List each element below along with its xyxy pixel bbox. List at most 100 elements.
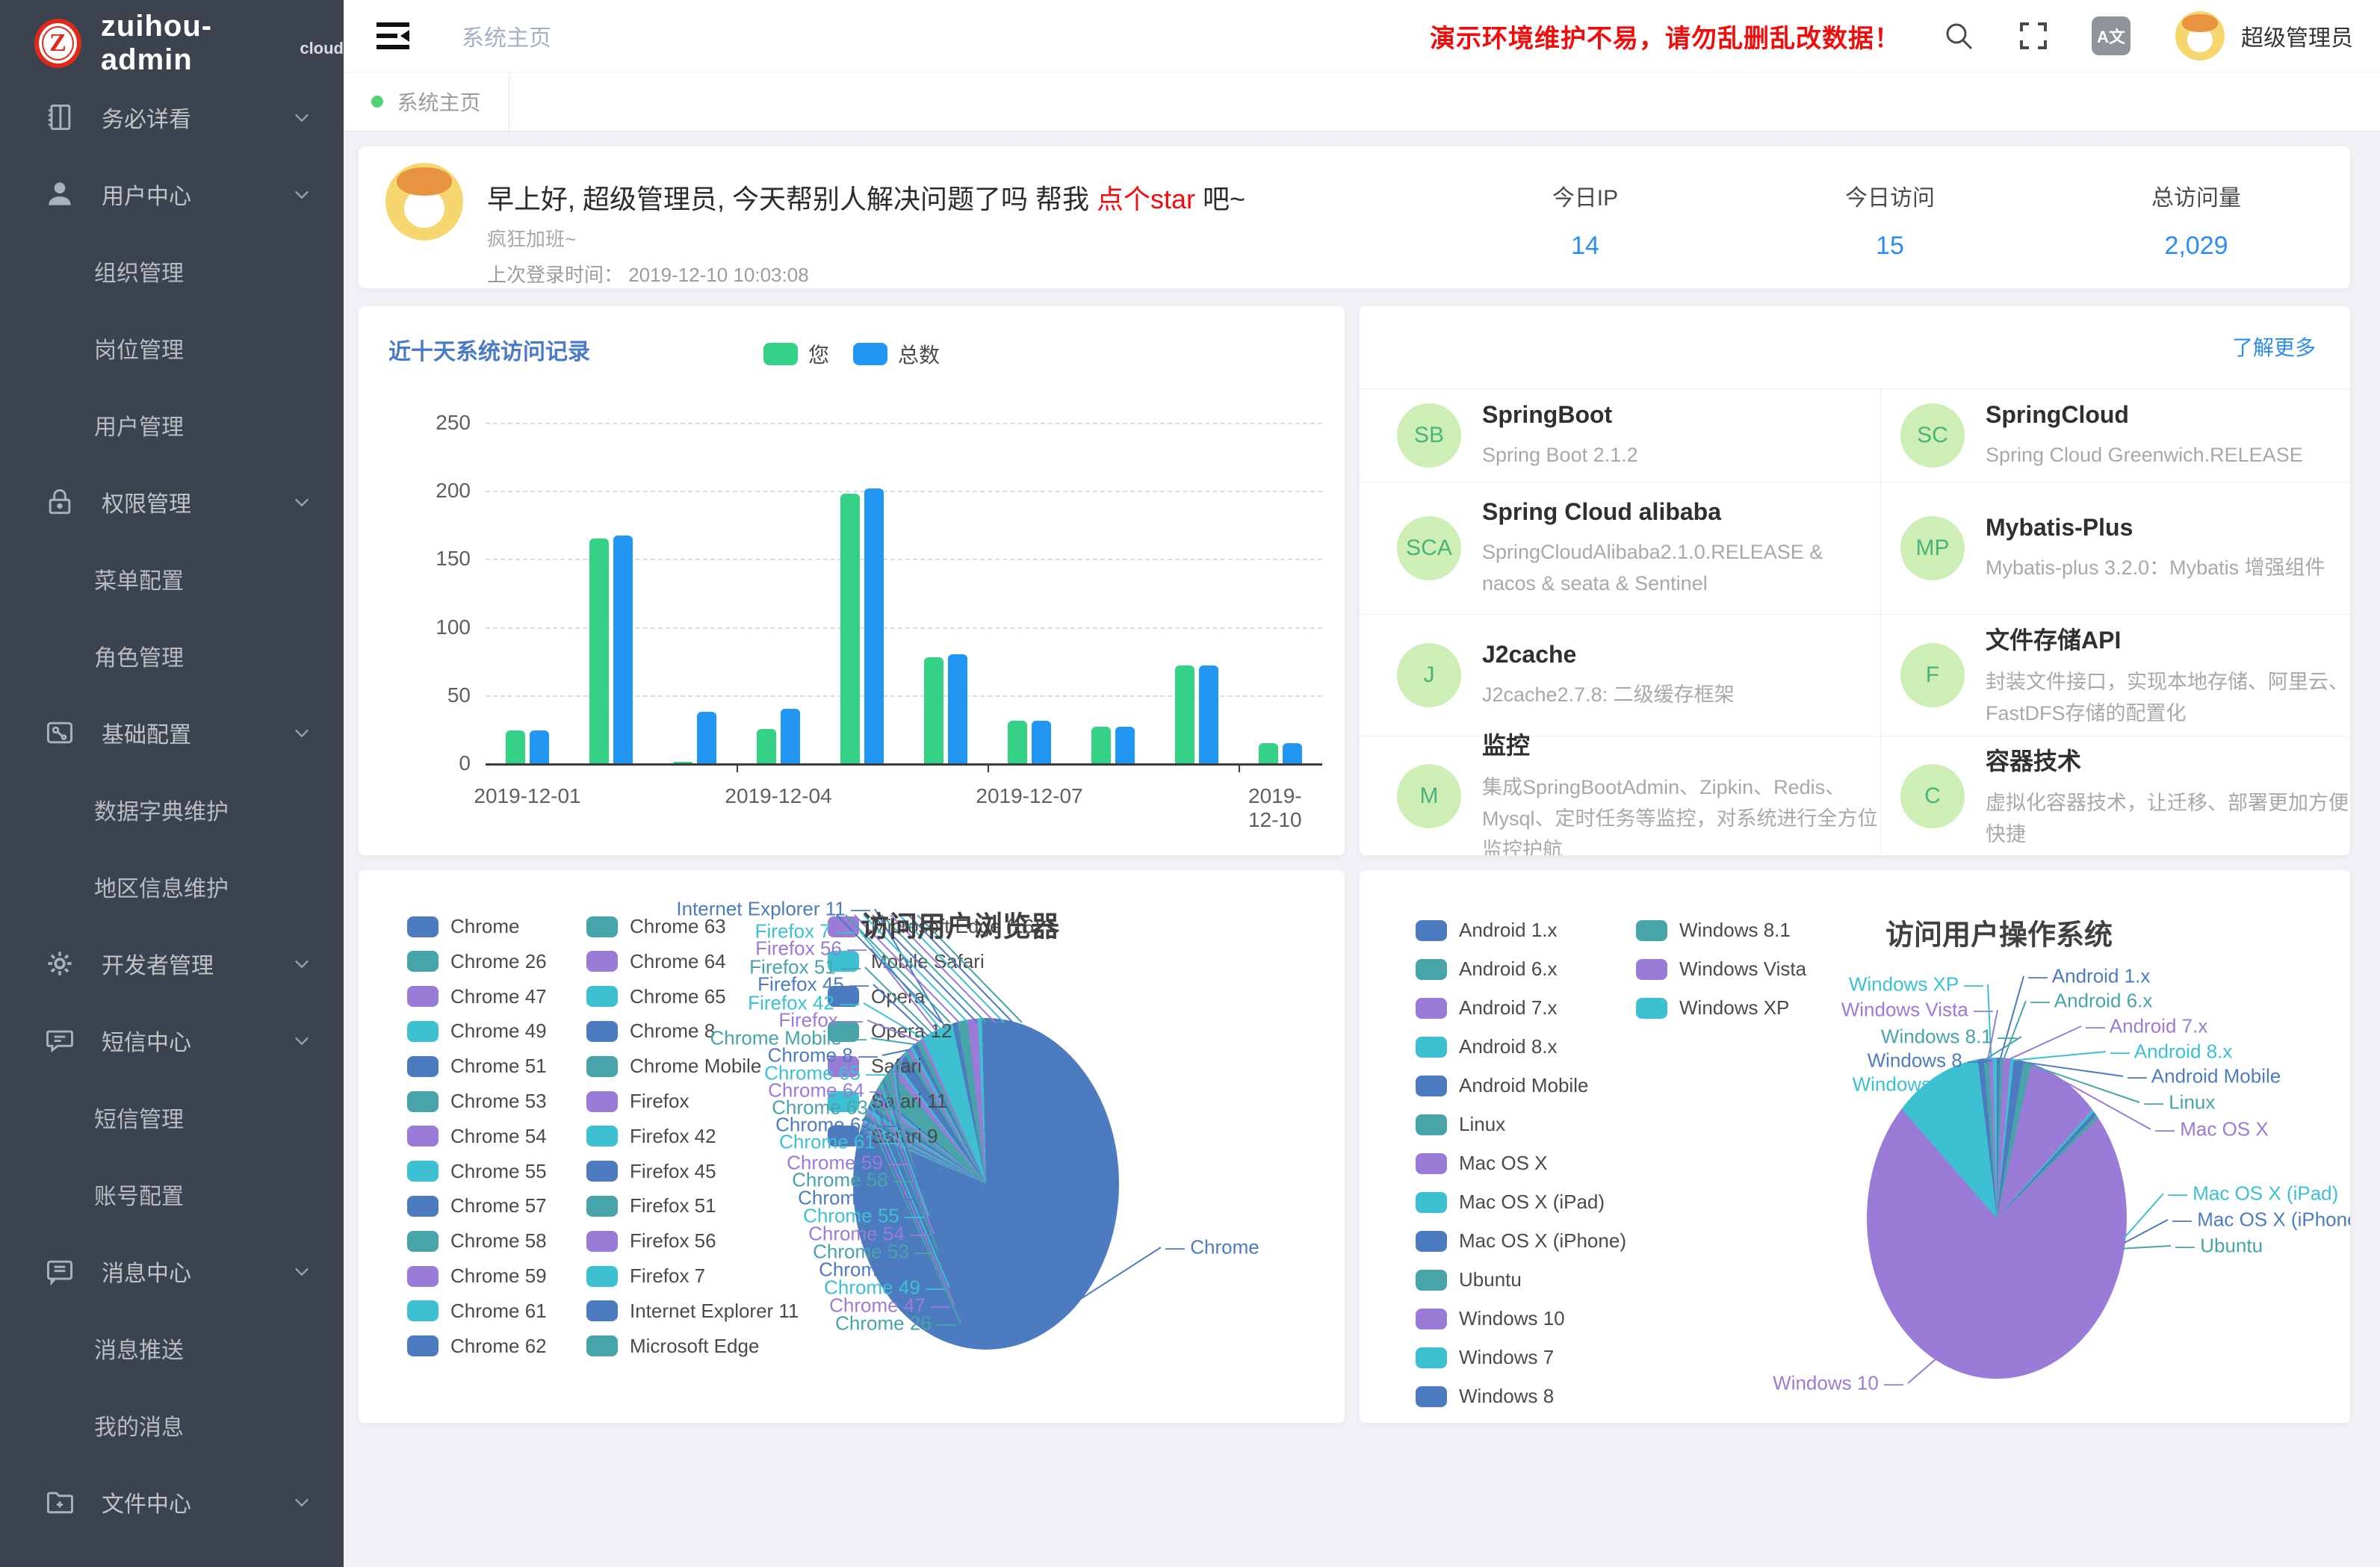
pie-legend-item-Chrome 26[interactable]: Chrome 26 (407, 950, 547, 973)
y-axis-tick: 0 (388, 751, 471, 775)
pie-legend-item-Chrome 8[interactable]: Chrome 8 (586, 1020, 715, 1043)
pie-legend-item-Chrome 54[interactable]: Chrome 54 (407, 1125, 547, 1148)
tech-badge: M (1397, 764, 1461, 828)
pie-legend-item-Chrome 47[interactable]: Chrome 47 (407, 985, 547, 1008)
pie-legend-item-Chrome 59[interactable]: Chrome 59 (407, 1265, 547, 1288)
legend-label: Chrome 49 (450, 1020, 547, 1043)
learn-more-link[interactable]: 了解更多 (2232, 332, 2316, 362)
sidebar: Z zuihou-admin cloud 务必详看用户中心组织管理岗位管理用户管… (0, 0, 344, 1567)
sidebar-group-18[interactable]: 文件中心 (0, 1463, 344, 1540)
pie-legend-item-Mac OS X (iPhone)[interactable]: Mac OS X (iPhone) (1416, 1229, 1626, 1253)
legend-swatch (407, 1300, 438, 1321)
pie-legend-item-Android Mobile[interactable]: Android Mobile (1416, 1074, 1588, 1097)
sidebar-subitem-14[interactable]: 账号配置 (0, 1155, 344, 1232)
pie-label-Chrome: — Chrome (1165, 1236, 1259, 1259)
sidebar-subitem-17[interactable]: 我的消息 (0, 1386, 344, 1463)
pie-legend-item-Windows 7[interactable]: Windows 7 (1416, 1346, 1554, 1369)
sidebar-item-label: 消息中心 (102, 1255, 191, 1288)
tech-desc: Spring Boot 2.1.2 (1482, 439, 1638, 471)
pie-legend-item-Windows 8[interactable]: Windows 8 (1416, 1385, 1554, 1408)
pie-legend-item-Mac OS X (iPad)[interactable]: Mac OS X (iPad) (1416, 1191, 1605, 1214)
sidebar-subitem-16[interactable]: 消息推送 (0, 1309, 344, 1386)
legend-swatch (1416, 1309, 1447, 1329)
sidebar-subitem-13[interactable]: 短信管理 (0, 1079, 344, 1155)
pie-legend-item-Chrome 58[interactable]: Chrome 58 (407, 1229, 547, 1253)
sidebar-subitem-9[interactable]: 数据字典维护 (0, 771, 344, 848)
pie-legend-item-Chrome 49[interactable]: Chrome 49 (407, 1020, 547, 1043)
sidebar-subitem-7[interactable]: 角色管理 (0, 617, 344, 694)
pie-legend-item-Windows XP[interactable]: Windows XP (1636, 996, 1789, 1020)
sidebar-group-0[interactable]: 务必详看 (0, 78, 344, 155)
chevron-down-icon (291, 1261, 312, 1282)
sidebar-group-1[interactable]: 用户中心 (0, 155, 344, 232)
sidebar-group-15[interactable]: 消息中心 (0, 1232, 344, 1309)
pie-legend-item-Firefox 51[interactable]: Firefox 51 (586, 1194, 716, 1217)
pie-legend-item-Android 1.x[interactable]: Android 1.x (1416, 919, 1558, 942)
pie-legend-item-Windows 10[interactable]: Windows 10 (1416, 1307, 1565, 1330)
sidebar-group-8[interactable]: 基础配置 (0, 694, 344, 771)
pie-label-Linux: — Linux (2144, 1091, 2215, 1114)
sidebar-subitem-10[interactable]: 地区信息维护 (0, 848, 344, 925)
pie-legend-item-Firefox 42[interactable]: Firefox 42 (586, 1125, 716, 1148)
pie-legend-item-Windows 8.1[interactable]: Windows 8.1 (1636, 919, 1791, 942)
pie-legend-item-Mac OS X[interactable]: Mac OS X (1416, 1152, 1547, 1175)
app-logo[interactable]: Z zuihou-admin cloud (0, 0, 344, 87)
pie-legend-item-Chrome 55[interactable]: Chrome 55 (407, 1160, 547, 1183)
pie-legend-item-Android 7.x[interactable]: Android 7.x (1416, 996, 1558, 1020)
pie-legend-item-Microsoft Edge[interactable]: Microsoft Edge (586, 1335, 759, 1358)
pie-legend-item-Android 8.x[interactable]: Android 8.x (1416, 1035, 1558, 1058)
breadcrumb[interactable]: 系统主页 (462, 19, 551, 52)
username[interactable]: 超级管理员 (2241, 19, 2353, 52)
pie-legend-item-Chrome[interactable]: Chrome (407, 915, 519, 938)
pie-legend-item-Firefox[interactable]: Firefox (586, 1090, 689, 1113)
sidebar-group-11[interactable]: 开发者管理 (0, 925, 344, 1002)
sidebar-subitem-3[interactable]: 岗位管理 (0, 309, 344, 386)
sidebar-subitem-6[interactable]: 菜单配置 (0, 540, 344, 617)
sidebar-item-label: 地区信息维护 (94, 870, 229, 903)
pie-legend-item-Chrome 51[interactable]: Chrome 51 (407, 1055, 547, 1078)
fullscreen-icon[interactable] (2017, 19, 2050, 52)
legend-label: Windows XP (1679, 996, 1789, 1020)
legend-label: Ubuntu (1459, 1268, 1522, 1291)
pie-legend-item-Chrome 57[interactable]: Chrome 57 (407, 1194, 547, 1217)
sidebar-subitem-4[interactable]: 用户管理 (0, 386, 344, 463)
language-icon[interactable]: A文 (2092, 16, 2130, 55)
user-avatar[interactable] (2175, 11, 2225, 60)
pie-legend-item-Firefox 56[interactable]: Firefox 56 (586, 1229, 716, 1253)
bar-总数-2019-12-05 (864, 488, 884, 763)
demo-warning-text: 演示环境维护不易，请勿乱删乱改数据！ (1430, 18, 1900, 55)
sidebar-item-label: 务必详看 (102, 101, 191, 134)
pie-legend-item-Ubuntu[interactable]: Ubuntu (1416, 1268, 1522, 1291)
tech-badge: SC (1900, 403, 1965, 468)
x-axis-tickmark (988, 763, 989, 772)
pie-legend-item-Chrome 61[interactable]: Chrome 61 (407, 1300, 547, 1323)
tab-system-home[interactable]: 系统主页 (344, 72, 509, 131)
tech-item-文件存储API: F文件存储API封装文件接口，实现本地存储、阿里云、FastDFS存储的配置化 (1880, 614, 2350, 736)
pie-legend-item-Android 6.x[interactable]: Android 6.x (1416, 958, 1558, 981)
main-content: 早上好, 超级管理员, 今天帮别人解决问题了吗 帮我 点个star 吧~ 疯狂加… (344, 131, 2380, 1567)
star-link[interactable]: 点个star (1097, 184, 1195, 214)
search-icon[interactable] (1942, 19, 1975, 52)
pie-legend-item-Chrome 62[interactable]: Chrome 62 (407, 1335, 547, 1358)
pie-legend-item-Firefox 45[interactable]: Firefox 45 (586, 1160, 716, 1183)
tech-desc: Mybatis-plus 3.2.0：Mybatis 增强组件 (1986, 552, 2325, 583)
pie-legend-item-Firefox 7[interactable]: Firefox 7 (586, 1265, 705, 1288)
sidebar-subitem-2[interactable]: 组织管理 (0, 232, 344, 309)
legend-label: Firefox 7 (630, 1265, 705, 1288)
tech-desc: 封装文件接口，实现本地存储、阿里云、FastDFS存储的配置化 (1986, 666, 2350, 729)
pie-legend-item-Internet Explorer 11[interactable]: Internet Explorer 11 (586, 1300, 799, 1323)
collapse-menu-icon[interactable] (374, 19, 412, 52)
pie-legend-item-Chrome 53[interactable]: Chrome 53 (407, 1090, 547, 1113)
pie-legend-item-Windows Vista[interactable]: Windows Vista (1636, 958, 1806, 981)
pie-legend-item-Chrome 64[interactable]: Chrome 64 (586, 950, 726, 973)
pie-legend-item-Chrome 65[interactable]: Chrome 65 (586, 985, 726, 1008)
pie-legend-item-Linux[interactable]: Linux (1416, 1113, 1505, 1136)
y-axis-tick: 100 (388, 615, 471, 639)
legend-label: Chrome 51 (450, 1055, 547, 1078)
legend-label: Chrome 62 (450, 1335, 547, 1358)
sidebar-group-5[interactable]: 权限管理 (0, 463, 344, 540)
legend-swatch (1416, 1192, 1447, 1213)
pie-legend-item-Chrome Mobile[interactable]: Chrome Mobile (586, 1055, 761, 1078)
sidebar-group-12[interactable]: 短信中心 (0, 1002, 344, 1079)
legend-label: Firefox 56 (630, 1229, 716, 1253)
